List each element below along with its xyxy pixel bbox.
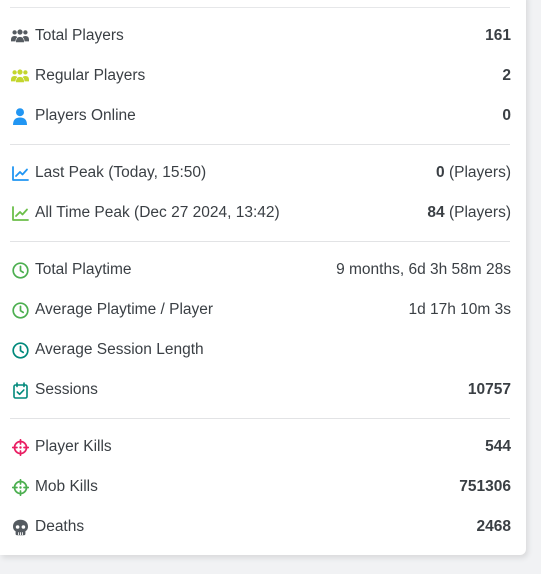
last-peak-label: Last Peak (Today, 15:50) xyxy=(35,164,207,181)
crosshair-icon xyxy=(11,478,29,496)
skull-icon xyxy=(11,518,29,536)
deaths-row: Deaths 2468 xyxy=(11,515,511,539)
total-players-row: Total Players 161 xyxy=(11,24,511,48)
players-online-value: 0 xyxy=(502,107,511,124)
server-stats-card: Total Players 161 Regular Players 2 Play… xyxy=(0,0,526,555)
total-playtime-value: 9 months, 6d 3h 58m 28s xyxy=(336,261,511,278)
line-chart-icon xyxy=(11,164,29,182)
deaths-label: Deaths xyxy=(35,518,85,535)
players-online-label: Players Online xyxy=(35,107,136,124)
last-peak-unit: (Players) xyxy=(448,164,511,181)
average-playtime-value: 1d 17h 10m 3s xyxy=(408,301,511,318)
last-peak-value: 0 xyxy=(436,164,445,181)
sessions-row: Sessions 10757 xyxy=(11,378,511,402)
crosshair-icon xyxy=(11,438,29,456)
calendar-check-icon xyxy=(11,381,29,399)
sessions-value: 10757 xyxy=(467,381,511,398)
total-playtime-label: Total Playtime xyxy=(35,261,132,278)
regular-players-label: Regular Players xyxy=(35,67,146,84)
players-online-row: Players Online 0 xyxy=(11,104,511,128)
all-time-peak-unit: (Players) xyxy=(448,204,511,221)
average-playtime-label: Average Playtime / Player xyxy=(35,301,214,318)
clock-icon xyxy=(11,341,29,359)
last-peak-row: Last Peak (Today, 15:50) 0 (Players) xyxy=(11,161,511,185)
all-time-peak-row: All Time Peak (Dec 27 2024, 13:42) 84 (P… xyxy=(11,201,511,225)
all-time-peak-label: All Time Peak (Dec 27 2024, 13:42) xyxy=(35,204,280,221)
player-kills-row: Player Kills 544 xyxy=(11,435,511,459)
mob-kills-value: 751306 xyxy=(459,478,511,495)
player-kills-value: 544 xyxy=(485,438,511,455)
total-players-value: 161 xyxy=(485,27,511,44)
total-players-label: Total Players xyxy=(35,27,124,44)
all-time-peak-value: 84 xyxy=(427,204,445,221)
player-kills-label: Player Kills xyxy=(35,438,112,455)
card-top-divider xyxy=(10,7,510,8)
users-icon xyxy=(11,67,29,85)
section-divider xyxy=(10,418,510,419)
average-playtime-row: Average Playtime / Player 1d 17h 10m 3s xyxy=(11,298,511,322)
user-icon xyxy=(11,107,29,125)
section-divider xyxy=(10,241,510,242)
section-divider xyxy=(10,144,510,145)
average-session-length-label: Average Session Length xyxy=(35,341,204,358)
deaths-value: 2468 xyxy=(476,518,511,535)
users-icon xyxy=(11,27,29,45)
clock-icon xyxy=(11,301,29,319)
clock-icon xyxy=(11,261,29,279)
regular-players-value: 2 xyxy=(502,67,511,84)
mob-kills-row: Mob Kills 751306 xyxy=(11,475,511,499)
mob-kills-label: Mob Kills xyxy=(35,478,98,495)
total-playtime-row: Total Playtime 9 months, 6d 3h 58m 28s xyxy=(11,258,511,282)
line-chart-icon xyxy=(11,204,29,222)
regular-players-row: Regular Players 2 xyxy=(11,64,511,88)
average-session-length-row: Average Session Length xyxy=(11,338,511,362)
sessions-label: Sessions xyxy=(35,381,98,398)
